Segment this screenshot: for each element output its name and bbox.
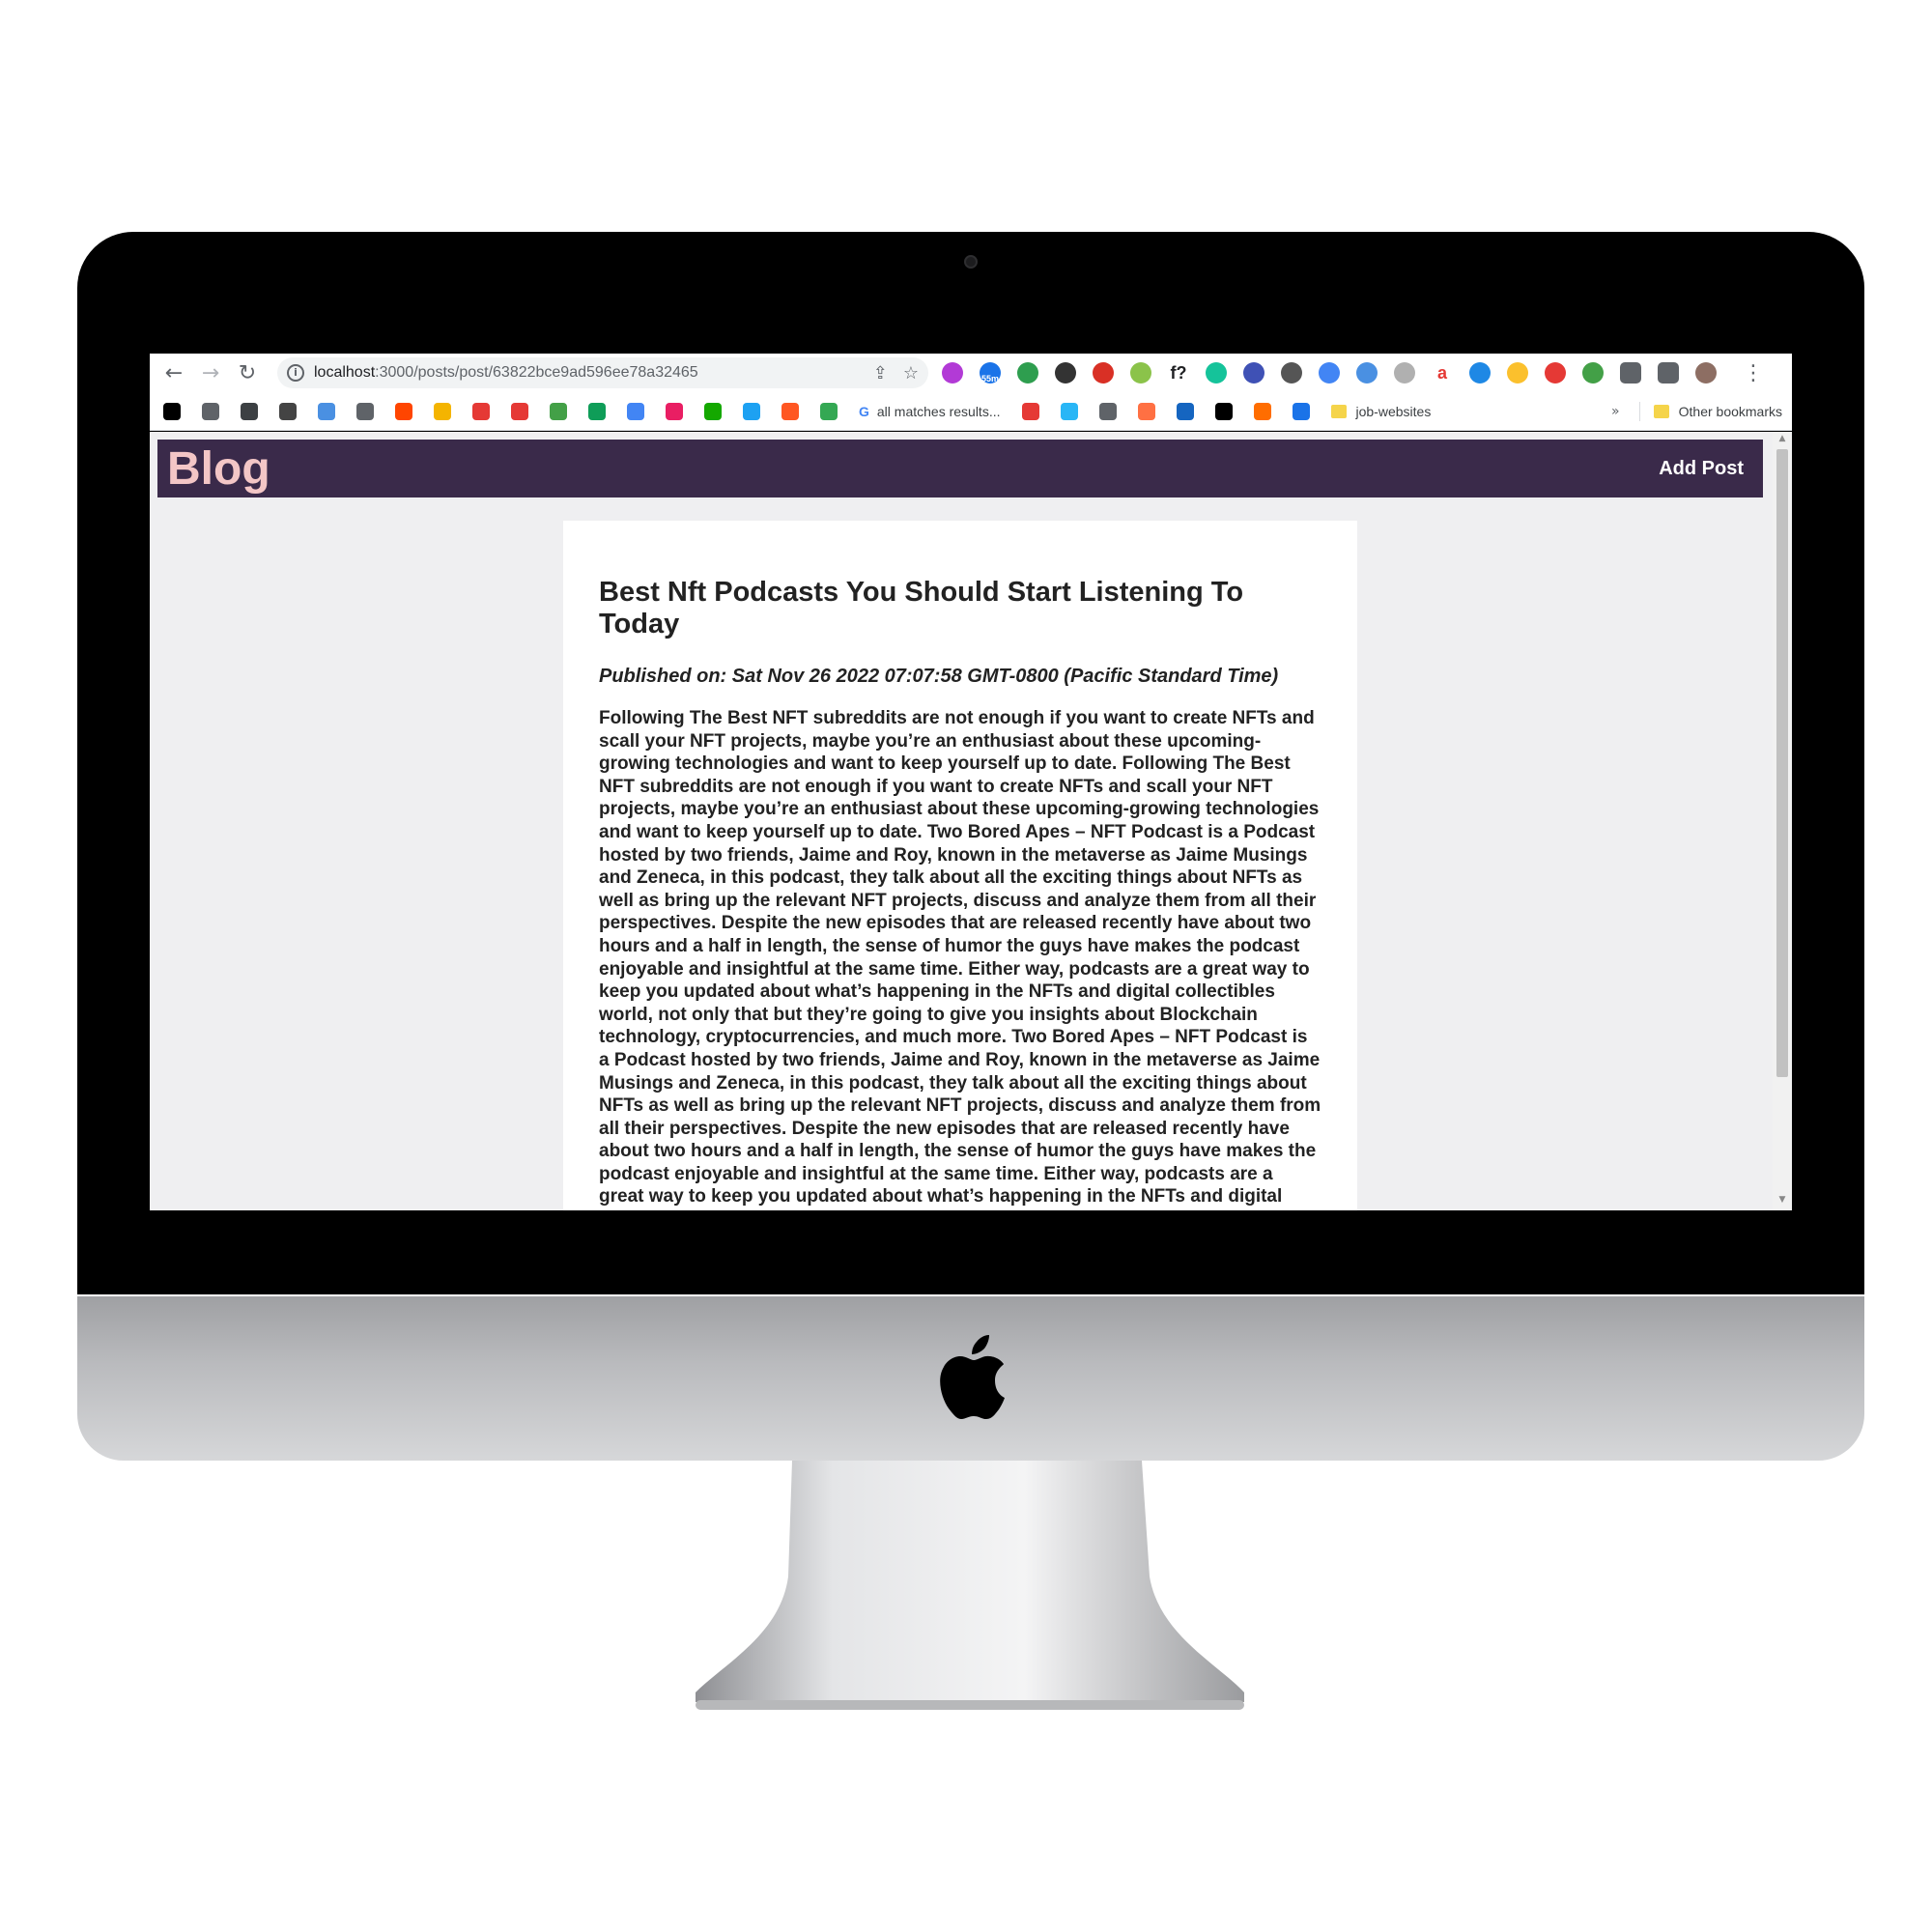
ext-icon-7[interactable]: f? [1168,362,1189,384]
ext-icon-4[interactable] [1055,362,1076,384]
ext-icon-2[interactable]: 55m [980,362,1001,384]
site-info-icon[interactable]: i [287,364,304,382]
profile-avatar[interactable] [1695,362,1717,384]
post-published-date: Published on: Sat Nov 26 2022 07:07:58 G… [599,666,1279,687]
bookmark-code-icon[interactable] [241,402,258,420]
bookmark-docs-icon[interactable] [627,402,644,420]
bookmark-globe-1-icon[interactable] [202,402,219,420]
bookmark-b-icon[interactable] [1137,402,1155,420]
brand-logo[interactable]: Blog [167,442,270,496]
folder-icon [1653,404,1669,418]
ext-icon-12[interactable] [1356,362,1378,384]
url-path: :3000/posts/post/63822bce9ad596ee78a3246… [375,364,698,381]
post-body: Following The Best NFT subreddits are no… [599,708,1321,1210]
add-post-link[interactable]: Add Post [1659,458,1744,480]
scroll-down-arrow-icon[interactable]: ▼ [1776,1195,1788,1205]
bookmark-bars-icon[interactable] [1253,402,1271,420]
ext-icon-8[interactable] [1206,362,1227,384]
browser-toolbar: ← → ↻ i localhost:3000/posts/post/63822b… [150,354,1792,392]
bookmark-diamond-icon[interactable] [1292,402,1310,420]
bookmark-m-icon[interactable] [666,402,683,420]
bookmark-w-icon[interactable] [318,402,335,420]
url-host: localhost [314,364,376,381]
scroll-up-arrow-icon[interactable]: ▲ [1776,434,1788,443]
vertical-scrollbar[interactable]: ▲ ▼ [1773,432,1792,1210]
star-icon[interactable]: ☆ [903,363,919,384]
bookmark-globe-2-icon[interactable] [356,402,374,420]
puzzle-icon[interactable] [1620,362,1641,384]
menu-icon[interactable]: ⋮ [1735,355,1772,391]
folder-icon [1330,404,1347,418]
bookmark-plus-icon[interactable] [588,402,606,420]
sidepanel-icon[interactable] [1658,362,1679,384]
ext-icon-15[interactable] [1469,362,1491,384]
share-icon[interactable]: ⇪ [873,363,888,384]
address-bar[interactable]: i localhost:3000/posts/post/63822bce9ad5… [277,357,928,388]
back-arrow-icon[interactable]: ← [156,355,192,391]
ext-icon-14[interactable]: a [1432,362,1453,384]
bookmark-google-matches[interactable]: Gall matches results... [859,404,1001,419]
bookmark-a-icon[interactable] [1214,402,1233,420]
post-card: Best Nft Podcasts You Should Start Liste… [563,521,1357,1210]
extensions-bar: 55m f? a [942,362,1733,384]
bookmark-red-circle-icon[interactable] [472,402,490,420]
ext-icon-13[interactable] [1394,362,1415,384]
bookmark-folder-job-websites[interactable]: job-websites [1356,404,1432,419]
bookmarks-bar: Gall matches results... job-websites » O… [150,392,1792,431]
ext-icon-9[interactable] [1243,362,1264,384]
bookmark-scribble-icon[interactable] [1021,402,1039,420]
apple-logo-icon [940,1335,1005,1419]
webcam [964,255,978,269]
post-title: Best Nft Podcasts You Should Start Liste… [599,577,1244,639]
monitor-stand [696,1461,1244,1710]
bookmarks-divider [1638,401,1640,421]
bookmark-flag-icon[interactable] [1098,402,1117,420]
extension-badge: 55m [980,374,999,384]
ext-icon-10[interactable] [1281,362,1302,384]
ext-icon-6[interactable] [1130,362,1151,384]
site-header: Blog Add Post [157,440,1763,497]
ext-icon-1[interactable] [942,362,963,384]
bookmark-ring-icon[interactable] [781,402,799,420]
bookmark-upwork-icon[interactable] [704,402,722,420]
bookmark-stack-icon[interactable] [1176,402,1194,420]
bookmark-people-icon[interactable] [820,402,838,420]
bookmark-mountain-icon[interactable] [511,402,528,420]
ext-icon-11[interactable] [1319,362,1340,384]
ext-icon-17[interactable] [1545,362,1566,384]
bookmark-tree-icon[interactable] [550,402,567,420]
bookmarks-overflow-button[interactable]: » [1611,404,1620,419]
bookmark-reddit-icon[interactable] [395,402,412,420]
ext-icon-16[interactable] [1507,362,1528,384]
other-bookmarks[interactable]: Other bookmarks [1679,404,1782,419]
page-viewport: Blog Add Post Best Nft Podcasts You Shou… [150,432,1792,1210]
reload-icon[interactable]: ↻ [229,355,266,391]
bookmark-dev-icon[interactable] [163,402,181,420]
screen-bottom-edge [150,1210,1792,1232]
bookmark-book-icon[interactable] [279,402,297,420]
bookmark-c-icon[interactable] [434,402,451,420]
google-icon: G [859,403,869,419]
ext-icon-3[interactable] [1017,362,1038,384]
browser-window: ← → ↻ i localhost:3000/posts/post/63822b… [150,309,1792,1232]
forward-arrow-icon[interactable]: → [192,355,229,391]
scroll-thumb[interactable] [1776,449,1788,1077]
bookmark-bird-icon[interactable] [743,402,760,420]
bookmark-ev-icon[interactable] [1060,402,1078,420]
ext-icon-18[interactable] [1582,362,1604,384]
ext-icon-5[interactable] [1093,362,1114,384]
